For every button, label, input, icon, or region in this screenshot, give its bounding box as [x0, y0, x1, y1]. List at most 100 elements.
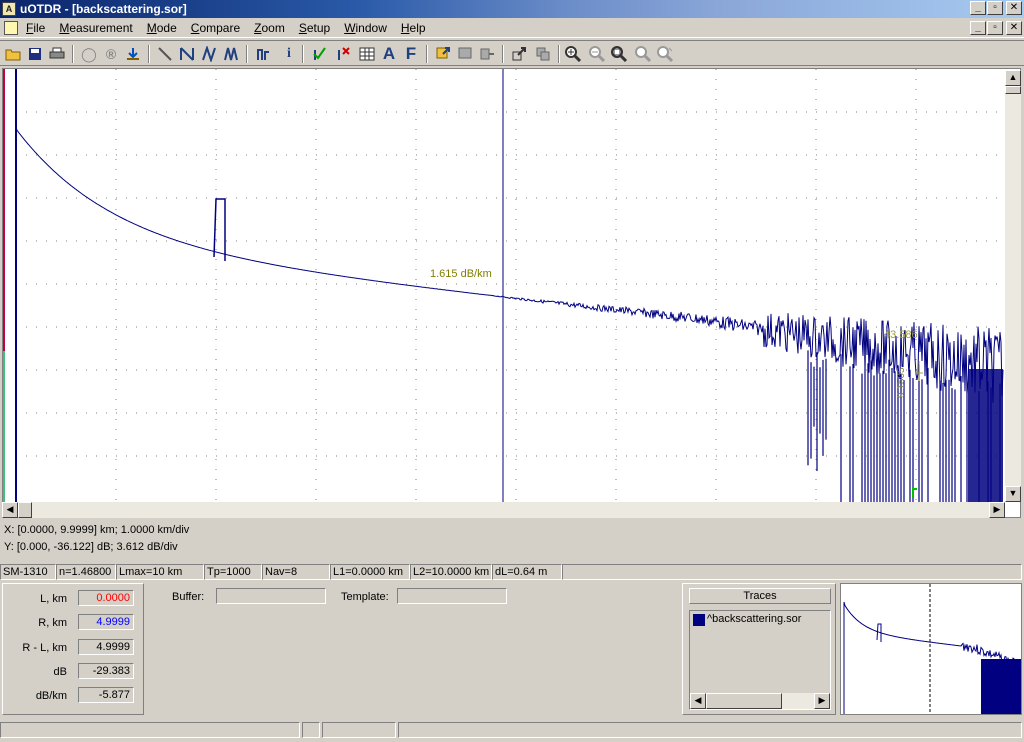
print-icon[interactable]: [48, 45, 66, 63]
copy-icon[interactable]: [534, 45, 552, 63]
delete-event-icon[interactable]: [334, 45, 352, 63]
trace-slope-icon[interactable]: [156, 45, 174, 63]
trace-item[interactable]: ^backscattering.sor: [707, 613, 801, 625]
l-label: L, km: [40, 593, 67, 605]
child-close-button[interactable]: ✕: [1006, 21, 1022, 35]
trace-color-swatch: [693, 614, 705, 626]
zoom-in-icon[interactable]: [564, 45, 582, 63]
minimize-button[interactable]: _: [970, 1, 986, 15]
traces-scroll-thumb[interactable]: [706, 693, 782, 709]
menu-file[interactable]: File: [26, 21, 45, 35]
zoom-fit-icon[interactable]: [634, 45, 652, 63]
menu-measurement[interactable]: Measurement: [59, 21, 132, 35]
trace-plot-canvas[interactable]: [3, 69, 1005, 502]
horizontal-scroll-thumb[interactable]: [18, 502, 32, 518]
scroll-up-button[interactable]: ▲: [1005, 70, 1021, 86]
r-value: 4.9999: [78, 614, 134, 630]
zoom-reset-icon[interactable]: [656, 45, 674, 63]
menu-setup[interactable]: Setup: [299, 21, 330, 35]
traces-header[interactable]: Traces: [689, 588, 831, 604]
db-per-km-label: dB/km: [35, 690, 67, 702]
status-pane-1: [0, 722, 300, 738]
save-icon[interactable]: [26, 45, 44, 63]
maximize-button[interactable]: ▫: [987, 1, 1003, 15]
level-annotation: 43.586: [884, 329, 918, 341]
l1-value: L1=0.0000 km: [330, 564, 410, 580]
compare-icon[interactable]: [478, 45, 496, 63]
open-folder-icon[interactable]: [4, 45, 22, 63]
trace-event-icon[interactable]: [178, 45, 196, 63]
vertical-scrollbar[interactable]: ▲ ▼: [1005, 70, 1021, 502]
status-pane-3: [322, 722, 396, 738]
resolution: dL=0.64 m: [492, 564, 562, 580]
scroll-down-button[interactable]: ▼: [1005, 486, 1021, 502]
r-minus-l-label: R - L, km: [22, 642, 67, 654]
y-axis-info: Y: [0.000, -36.122] dB; 3.612 dB/div: [4, 541, 178, 553]
export-icon[interactable]: [434, 45, 452, 63]
close-button[interactable]: ✕: [1006, 1, 1022, 15]
db-annotation: 9.1505: [896, 367, 907, 398]
template-label: Template:: [341, 591, 389, 603]
parameters-bar: SM-1310 n=1.46800 Lmax=10 km Tp=1000 Nav…: [0, 563, 1024, 581]
overview-plot[interactable]: [840, 583, 1022, 715]
refractive-index: n=1.46800: [56, 564, 116, 580]
move-icon[interactable]: [510, 45, 528, 63]
trace-split-icon[interactable]: [200, 45, 218, 63]
traces-panel: Traces ^backscattering.sor ◀ ▶: [682, 583, 836, 715]
traces-scroll-left[interactable]: ◀: [690, 693, 706, 709]
traces-list[interactable]: ^backscattering.sor ◀ ▶: [689, 610, 831, 710]
title-bar: A uOTDR - [backscattering.sor] _ ▫ ✕: [0, 0, 1024, 18]
fiber-type: SM-1310: [0, 564, 56, 580]
menu-bar: File Measurement Mode Compare Zoom Setup…: [0, 18, 1024, 38]
db-label: dB: [53, 666, 67, 678]
window-title: uOTDR - [backscattering.sor]: [20, 2, 187, 16]
lmax-value: Lmax=10 km: [116, 564, 204, 580]
l-value: 0.0000: [78, 590, 134, 606]
measurement-panel: L, km 0.0000 R, km 4.9999 R - L, km 4.99…: [2, 583, 144, 715]
app-icon[interactable]: A: [2, 2, 16, 16]
trace-wave-icon[interactable]: [222, 45, 240, 63]
import-icon[interactable]: [456, 45, 474, 63]
child-restore-button[interactable]: ▫: [987, 21, 1003, 35]
status-pane-4: [398, 722, 1022, 738]
status-bar: [0, 720, 1024, 740]
download-icon[interactable]: [124, 45, 142, 63]
menu-help[interactable]: Help: [401, 21, 426, 35]
scroll-left-button[interactable]: ◀: [2, 502, 18, 518]
db-value: -29.383: [78, 663, 134, 679]
db-per-km-value: -5.877: [78, 687, 134, 703]
buffer-field[interactable]: [216, 588, 326, 604]
r-minus-l-value: 4.9999: [78, 639, 134, 655]
averaging: Nav=8: [262, 564, 330, 580]
menu-zoom[interactable]: Zoom: [254, 21, 285, 35]
slope-annotation: 1.615 dB/km: [430, 268, 492, 280]
traces-scroll-right[interactable]: ▶: [814, 693, 830, 709]
font-a-icon[interactable]: A: [380, 44, 398, 63]
horizontal-scrollbar[interactable]: ◀ ▶: [2, 502, 1005, 518]
pulse-width: Tp=1000: [204, 564, 262, 580]
circle-r-icon[interactable]: ®: [102, 45, 120, 63]
traces-hscrollbar[interactable]: ◀ ▶: [690, 693, 830, 709]
circle-o-icon[interactable]: ◯: [80, 45, 98, 63]
zoom-out-icon[interactable]: [588, 45, 606, 63]
x-axis-info: X: [0.0000, 9.9999] km; 1.0000 km/div: [4, 524, 190, 536]
zoom-region-icon[interactable]: [610, 45, 628, 63]
status-pane-2: [302, 722, 320, 738]
menu-compare[interactable]: Compare: [191, 21, 240, 35]
menu-window[interactable]: Window: [344, 21, 387, 35]
r-label: R, km: [38, 617, 67, 629]
document-icon[interactable]: [4, 21, 18, 35]
font-f-icon[interactable]: F: [402, 44, 420, 63]
child-minimize-button[interactable]: _: [970, 21, 986, 35]
markers-icon[interactable]: [254, 45, 272, 63]
add-event-icon[interactable]: [310, 45, 328, 63]
info-icon[interactable]: i: [280, 45, 298, 63]
status-empty: [562, 564, 1022, 580]
toolbar: ◯ ® i A F: [0, 40, 1024, 66]
menu-mode[interactable]: Mode: [147, 21, 177, 35]
l2-value: L2=10.0000 km: [410, 564, 492, 580]
scroll-right-button[interactable]: ▶: [989, 502, 1005, 518]
vertical-scroll-thumb[interactable]: [1005, 86, 1021, 94]
template-field[interactable]: [397, 588, 507, 604]
event-table-icon[interactable]: [358, 45, 376, 63]
